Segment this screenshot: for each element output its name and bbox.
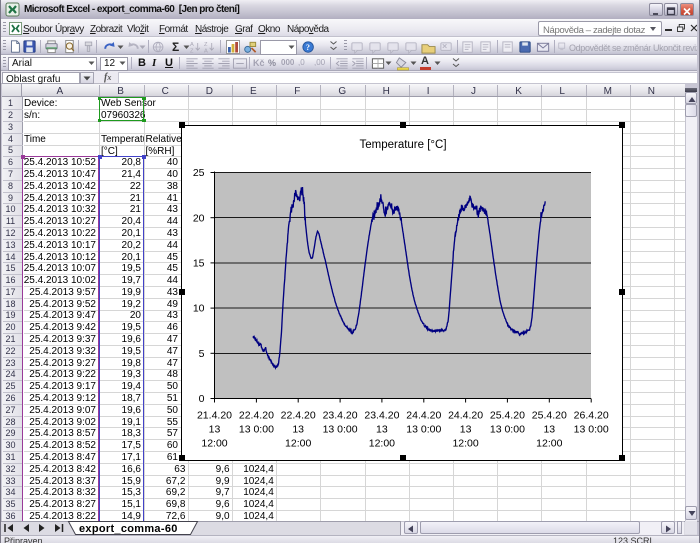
svg-text:23.4.20: 23.4.20 (364, 409, 399, 421)
svg-text:12:00: 12:00 (369, 437, 395, 449)
svg-text:13: 13 (292, 423, 304, 435)
svg-text:Temperature [°C]: Temperature [°C] (359, 139, 446, 151)
svg-text:Z: Z (190, 49, 194, 55)
svg-text:13: 13 (376, 423, 388, 435)
svg-text:5: 5 (199, 347, 205, 359)
svg-text:13 0:00: 13 0:00 (406, 423, 441, 435)
svg-text:21.4.20: 21.4.20 (197, 409, 232, 421)
svg-text:22.4.20: 22.4.20 (239, 409, 274, 421)
svg-text:24.4.20: 24.4.20 (448, 409, 483, 421)
svg-text:25: 25 (193, 167, 205, 179)
svg-text:25.4.20: 25.4.20 (532, 409, 567, 421)
svg-text:A: A (204, 49, 208, 55)
svg-text:10: 10 (193, 302, 205, 314)
svg-text:23.4.20: 23.4.20 (323, 409, 358, 421)
svg-text:Z: Z (204, 42, 208, 48)
svg-text:12:00: 12:00 (536, 437, 562, 449)
svg-text:22.4.20: 22.4.20 (281, 409, 316, 421)
svg-text:A: A (190, 42, 194, 48)
svg-text:0: 0 (199, 393, 205, 405)
svg-text:?: ? (306, 43, 310, 52)
svg-text:12:00: 12:00 (285, 437, 311, 449)
svg-text:13: 13 (460, 423, 472, 435)
svg-text:12:00: 12:00 (452, 437, 478, 449)
svg-text:20: 20 (193, 212, 205, 224)
svg-text:12:00: 12:00 (201, 437, 227, 449)
svg-text:26.4.20: 26.4.20 (574, 409, 609, 421)
svg-text:25.4.20: 25.4.20 (490, 409, 525, 421)
svg-text:13 0:00: 13 0:00 (239, 423, 274, 435)
svg-text:13 0:00: 13 0:00 (490, 423, 525, 435)
svg-text:13 0:00: 13 0:00 (574, 423, 609, 435)
svg-text:13: 13 (209, 423, 221, 435)
svg-text:13: 13 (543, 423, 555, 435)
svg-text:24.4.20: 24.4.20 (406, 409, 441, 421)
svg-text:13 0:00: 13 0:00 (323, 423, 358, 435)
svg-text:15: 15 (193, 257, 205, 269)
